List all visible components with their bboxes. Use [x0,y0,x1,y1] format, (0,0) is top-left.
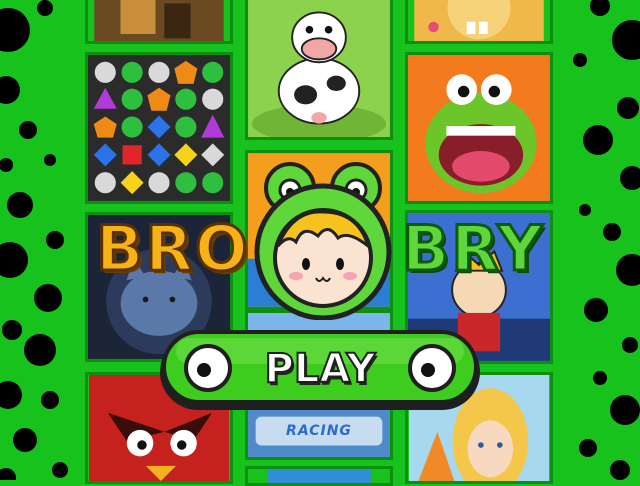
game-thumbnail-jewels[interactable] [85,52,233,204]
game-thumbnail-top-left[interactable] [85,0,233,44]
game-thumbnail-cow[interactable] [245,0,393,140]
game-thumbnail-bottom-center[interactable] [245,466,393,486]
play-button-label: PLAY [264,345,377,393]
game-thumbnail-top-right[interactable] [405,0,553,44]
play-button[interactable]: PLAY [158,330,482,412]
logo-word-left: BRO [95,211,250,287]
racing-label: RACING [286,423,352,439]
mascot-frog-hood-icon [248,160,398,321]
logo-word-right: BRY [401,211,545,287]
game-thumbnail-frog[interactable] [405,52,553,204]
